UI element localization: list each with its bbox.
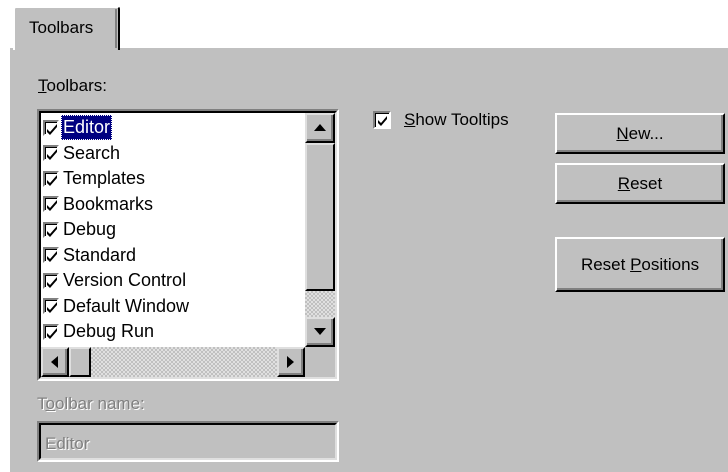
checkmark-icon [47,123,57,135]
tab-label: Toolbars [29,18,94,37]
new-button[interactable]: New... [555,113,725,154]
toolbar-list-item[interactable]: Default Window [43,294,305,319]
list-item-checkbox[interactable] [43,298,59,314]
checkmark-icon [47,327,57,339]
checkmark-icon [47,302,57,313]
list-item-checkbox[interactable] [43,323,59,340]
toolbar-list-item[interactable]: Standard [43,243,305,268]
checkmark-icon [378,116,387,126]
tab-toolbars[interactable]: Toolbars [13,6,120,50]
scroll-right-button[interactable] [277,347,305,377]
toolbar-list-item[interactable]: Debug Run [43,319,305,344]
toolbars-label: Toolbars: [38,76,107,95]
scroll-up-button[interactable] [305,113,335,143]
list-item-label: Version Control [63,270,187,290]
scroll-left-button[interactable] [41,347,69,377]
toolbars-listbox[interactable]: Editor Search Templates Bookmarks Debug Stand… [37,109,339,381]
toolbar-list-item[interactable]: Debug [43,217,305,242]
list-item-checkbox[interactable] [43,170,59,187]
show-tooltips-checkbox[interactable] [373,111,391,129]
tab-shadow [115,9,117,48]
scroll-down-button[interactable] [305,317,335,347]
list-item-label: Standard [63,244,137,265]
toolbar-name-input-frame: Editor [39,423,337,460]
horizontal-scroll-thumb[interactable] [69,347,91,377]
list-item-checkbox[interactable] [43,119,59,136]
listbox-frame: Editor Search Templates Bookmarks Debug Stand… [39,111,337,379]
toolbar-name-input[interactable]: Editor [37,421,339,462]
list-item-label: Search [63,142,121,163]
listbox-items: Editor Search Templates Bookmarks Debug Stand… [41,113,305,347]
arrow-left-icon [51,356,58,368]
toolbar-list-item[interactable]: Search [43,141,305,166]
list-item-checkbox[interactable] [43,221,59,238]
list-item-label: Debug [63,219,117,239]
list-item-label: Debug Run [63,321,155,341]
toolbar-name-value: Editor [45,434,90,453]
arrow-down-icon [314,328,326,335]
list-item-label: Default Window [63,295,190,316]
toolbar-list-item[interactable]: Templates [43,166,305,191]
list-item-checkbox[interactable] [43,196,59,212]
vertical-scroll-track[interactable] [305,291,335,317]
toolbar-name-label: Toolbar name: [37,394,145,413]
checkmark-icon [47,276,57,288]
horizontal-scroll-track[interactable] [91,347,277,377]
checkmark-icon [47,149,57,160]
checkmark-icon [47,251,57,262]
list-item-checkbox[interactable] [43,145,59,161]
list-item-label: Bookmarks [63,193,154,214]
list-item-checkbox[interactable] [43,272,59,289]
checkmark-icon [47,200,57,211]
reset-button[interactable]: Reset [555,163,725,204]
vertical-scroll-thumb[interactable] [305,143,335,291]
checkmark-icon [47,225,57,237]
toolbar-list-item[interactable]: Version Control [43,268,305,293]
toolbar-list-item[interactable]: Bookmarks [43,192,305,217]
list-item-label: Templates [63,168,146,188]
arrow-up-icon [314,124,326,131]
toolbar-list-item[interactable]: Editor [43,115,305,140]
show-tooltips-label[interactable]: Show Tooltips [404,110,509,130]
scrollbar-corner [305,347,335,377]
arrow-right-icon [287,356,294,368]
list-item-checkbox[interactable] [43,247,59,263]
list-item-label: Editor [61,115,113,140]
reset-positions-button[interactable]: Reset Positions [555,237,725,292]
checkmark-icon [47,174,57,186]
